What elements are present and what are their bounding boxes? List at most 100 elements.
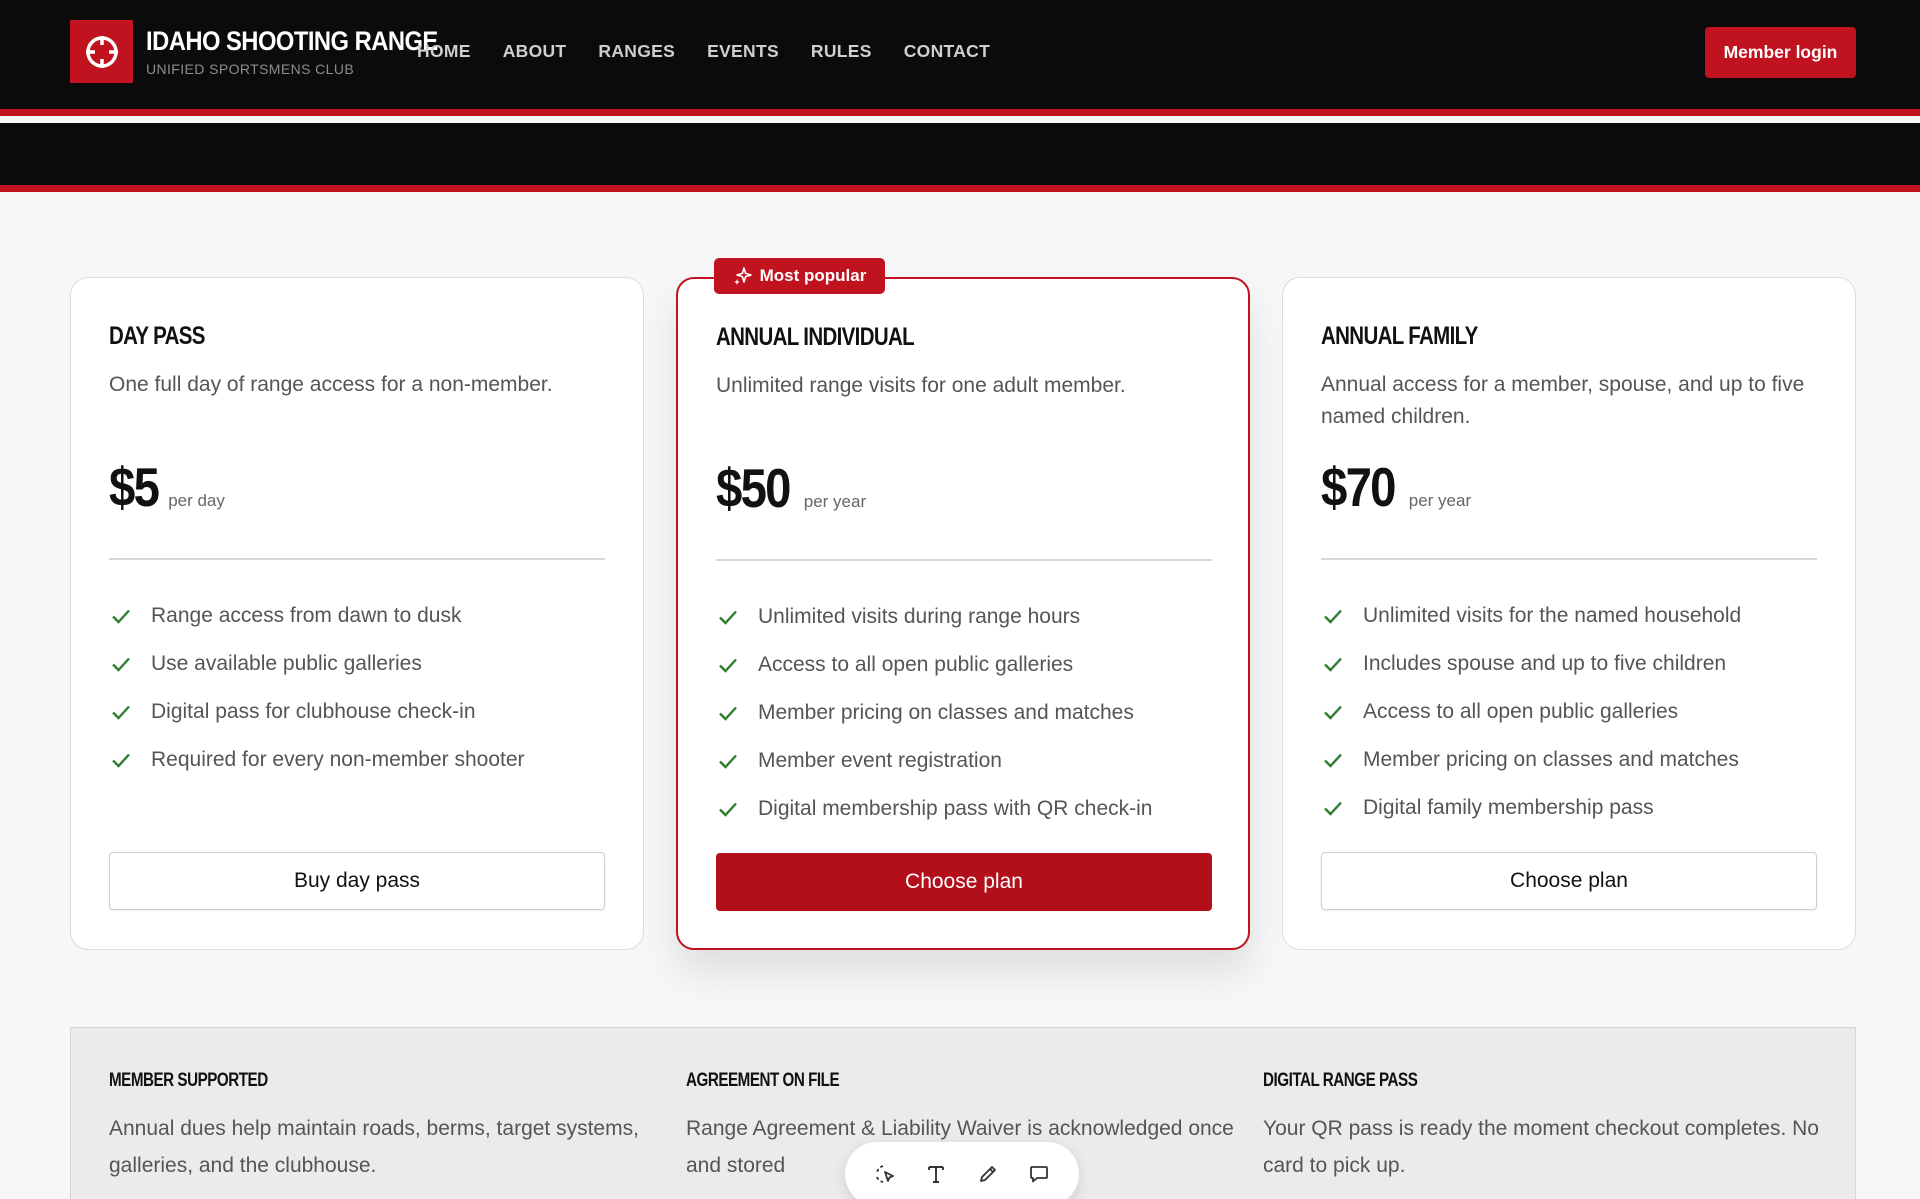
- divider: [1321, 558, 1817, 560]
- plan-title: ANNUAL INDIVIDUAL: [716, 323, 915, 351]
- feature-text: Digital membership pass with QR check-in: [758, 797, 1153, 820]
- feature-item: Digital family membership pass: [1321, 784, 1741, 832]
- check-icon: [112, 753, 130, 768]
- feature-list: Range access from dawn to dusk Use avail…: [109, 592, 525, 784]
- feature-item: Required for every non-member shooter: [109, 736, 525, 784]
- divider: [109, 558, 605, 560]
- member-login-button[interactable]: Member login: [1705, 27, 1856, 78]
- feature-text: Digital pass for clubhouse check-in: [151, 700, 476, 723]
- feature-item: Member pricing on classes and matches: [716, 689, 1152, 737]
- plan-price: $50: [716, 457, 791, 519]
- check-icon: [719, 754, 737, 769]
- plan-title: DAY PASS: [109, 322, 205, 350]
- feature-item: Unlimited visits during range hours: [716, 593, 1152, 641]
- feature-item: Digital pass for clubhouse check-in: [109, 688, 525, 736]
- buy-day-pass-button[interactable]: Buy day pass: [109, 852, 605, 910]
- nav-about[interactable]: ABOUT: [503, 41, 567, 62]
- feature-text: Includes spouse and up to five children: [1363, 652, 1727, 675]
- feature-item: Digital membership pass with QR check-in: [716, 785, 1152, 833]
- comment-tool-button[interactable]: [1023, 1158, 1055, 1190]
- plan-card-annual-individual: ANNUAL INDIVIDUAL Unlimited range visits…: [676, 277, 1250, 950]
- feature-item: Includes spouse and up to five children: [1321, 640, 1741, 688]
- feature-text: Member pricing on classes and matches: [758, 701, 1134, 724]
- choose-plan-button[interactable]: Choose plan: [1321, 852, 1817, 910]
- feature-item: Unlimited visits for the named household: [1321, 592, 1741, 640]
- feature-text: Access to all open public galleries: [758, 653, 1074, 676]
- check-icon: [719, 610, 737, 625]
- price-row: $70 per year: [1321, 455, 1471, 519]
- feature-item: Use available public galleries: [109, 640, 525, 688]
- plan-title: ANNUAL FAMILY: [1321, 322, 1478, 350]
- plan-description: Annual access for a member, spouse, and …: [1321, 373, 1805, 428]
- plan-period: per year: [803, 492, 867, 511]
- check-icon: [112, 657, 130, 672]
- badge-label: Most popular: [759, 266, 867, 285]
- pencil-tool-button[interactable]: [972, 1158, 1004, 1190]
- site-header: IDAHO SHOOTING RANGE UNIFIED SPORTSMENS …: [0, 0, 1920, 116]
- nav-rules[interactable]: RULES: [811, 41, 872, 62]
- feature-item: Member pricing on classes and matches: [1321, 736, 1741, 784]
- check-icon: [1324, 657, 1342, 672]
- feature-item: Access to all open public galleries: [1321, 688, 1741, 736]
- brand-title[interactable]: IDAHO SHOOTING RANGE: [146, 26, 438, 57]
- feature-text: Use available public galleries: [151, 652, 422, 675]
- feature-text: Digital family membership pass: [1363, 796, 1654, 819]
- info-title: AGREEMENT ON FILE: [686, 1070, 840, 1091]
- feature-text: Unlimited visits during range hours: [758, 605, 1081, 628]
- info-text: Annual dues help maintain roads, berms, …: [109, 1117, 639, 1177]
- plan-description: One full day of range access for a non-m…: [109, 373, 553, 396]
- plan-period: per day: [168, 491, 225, 510]
- feature-text: Access to all open public galleries: [1363, 700, 1679, 723]
- divider: [716, 559, 1212, 561]
- feature-item: Access to all open public galleries: [716, 641, 1152, 689]
- most-popular-badge: Most popular: [714, 258, 885, 294]
- check-icon: [719, 706, 737, 721]
- hero-band: [0, 123, 1920, 192]
- nav-home[interactable]: HOME: [417, 41, 471, 62]
- check-icon: [112, 705, 130, 720]
- plan-period: per year: [1408, 491, 1472, 510]
- price-row: $5 per day: [109, 455, 225, 519]
- check-icon: [1324, 705, 1342, 720]
- plan-price: $5: [109, 456, 160, 518]
- check-icon: [1324, 609, 1342, 624]
- feature-text: Member pricing on classes and matches: [1363, 748, 1739, 771]
- feature-list: Unlimited visits for the named household…: [1321, 592, 1741, 832]
- select-icon: [875, 1165, 894, 1183]
- feature-text: Range access from dawn to dusk: [151, 604, 462, 627]
- info-digital-pass: DIGITAL RANGE PASS Your QR pass is ready…: [1263, 1070, 1823, 1184]
- plan-price: $70: [1321, 456, 1396, 518]
- feature-text: Member event registration: [758, 749, 1002, 772]
- annotation-toolbar: [845, 1142, 1079, 1199]
- crosshair-icon: [85, 35, 118, 68]
- feature-text: Unlimited visits for the named household: [1363, 604, 1742, 627]
- feature-list: Unlimited visits during range hours Acce…: [716, 593, 1152, 833]
- check-icon: [719, 802, 737, 817]
- choose-plan-button[interactable]: Choose plan: [716, 853, 1212, 911]
- logo[interactable]: [70, 20, 133, 83]
- info-text: Your QR pass is ready the moment checkou…: [1263, 1117, 1819, 1177]
- select-tool-button[interactable]: [869, 1158, 901, 1190]
- check-icon: [719, 658, 737, 673]
- feature-item: Member event registration: [716, 737, 1152, 785]
- feature-item: Range access from dawn to dusk: [109, 592, 525, 640]
- text-icon: [928, 1166, 945, 1183]
- feature-text: Required for every non-member shooter: [151, 748, 525, 771]
- text-tool-button[interactable]: [920, 1158, 952, 1190]
- check-icon: [1324, 801, 1342, 816]
- price-row: $50 per year: [716, 456, 866, 520]
- nav-contact[interactable]: CONTACT: [904, 41, 990, 62]
- info-title: DIGITAL RANGE PASS: [1263, 1070, 1418, 1091]
- plan-card-annual-family: ANNUAL FAMILY Annual access for a member…: [1282, 277, 1856, 950]
- comment-icon: [1030, 1166, 1049, 1183]
- info-member-supported: MEMBER SUPPORTED Annual dues help mainta…: [109, 1070, 669, 1184]
- check-icon: [1324, 753, 1342, 768]
- sparkle-icon: [733, 267, 752, 285]
- pencil-icon: [979, 1166, 996, 1182]
- nav-events[interactable]: EVENTS: [707, 41, 779, 62]
- nav-ranges[interactable]: RANGES: [598, 41, 675, 62]
- brand-subtitle: UNIFIED SPORTSMENS CLUB: [146, 61, 355, 77]
- plan-description: Unlimited range visits for one adult mem…: [716, 374, 1126, 397]
- main-nav: HOME ABOUT RANGES EVENTS RULES CONTACT: [417, 41, 1022, 62]
- plan-card-day-pass: DAY PASS One full day of range access fo…: [70, 277, 644, 950]
